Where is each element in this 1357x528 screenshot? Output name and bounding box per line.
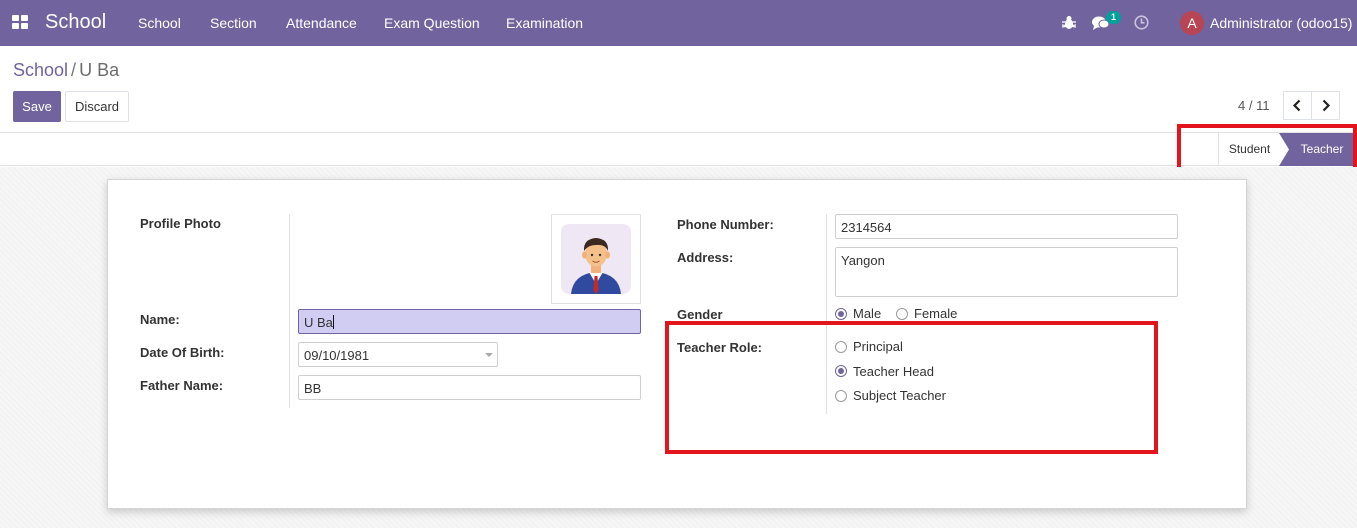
father-name-label: Father Name: xyxy=(140,378,224,393)
address-textarea[interactable]: Yangon xyxy=(835,247,1178,297)
person-avatar-icon xyxy=(571,238,621,294)
phone-label: Phone Number: xyxy=(677,217,774,232)
profile-photo-label: Profile Photo xyxy=(140,216,221,231)
phone-input[interactable]: 2314564 xyxy=(835,214,1178,239)
highlight-box-teacher-role xyxy=(665,321,1158,454)
gender-label: Gender xyxy=(677,307,723,322)
left-group-separator xyxy=(289,214,290,408)
gender-female-label[interactable]: Female xyxy=(914,306,957,321)
breadcrumb: School / U Ba xyxy=(13,60,119,81)
menu-attendance[interactable]: Attendance xyxy=(286,15,357,31)
profile-photo-field[interactable] xyxy=(551,214,641,304)
discard-button[interactable]: Discard xyxy=(65,91,129,122)
save-button[interactable]: Save xyxy=(13,91,61,122)
name-input[interactable]: U Ba xyxy=(298,309,641,334)
name-label: Name: xyxy=(140,312,180,327)
breadcrumb-parent[interactable]: School xyxy=(13,60,68,80)
user-avatar[interactable]: A xyxy=(1180,11,1204,35)
menu-section[interactable]: Section xyxy=(210,15,257,31)
clock-icon[interactable] xyxy=(1134,15,1149,30)
chevron-left-icon xyxy=(1292,99,1301,112)
dob-label: Date Of Birth: xyxy=(140,345,225,360)
breadcrumb-separator: / xyxy=(71,60,77,80)
gender-female-radio[interactable] xyxy=(896,308,908,320)
dropdown-arrow-icon xyxy=(485,353,493,357)
menu-examination[interactable]: Examination xyxy=(506,15,583,31)
user-menu[interactable]: Administrator (odoo15) xyxy=(1210,15,1352,31)
app-brand[interactable]: School xyxy=(45,11,106,34)
apps-grid-icon[interactable] xyxy=(12,15,29,30)
form-statusbar xyxy=(0,133,1357,166)
top-navbar: School School Section Attendance Exam Qu… xyxy=(0,0,1357,46)
messages-badge: 1 xyxy=(1106,11,1121,24)
text-cursor xyxy=(332,315,334,329)
chevron-right-icon xyxy=(1322,99,1331,112)
father-name-input[interactable]: BB xyxy=(298,375,641,400)
pager-value[interactable]: 4 / 11 xyxy=(1238,98,1270,113)
gender-male-radio[interactable] xyxy=(835,308,847,320)
pager-next-button[interactable] xyxy=(1311,91,1340,120)
menu-school[interactable]: School xyxy=(138,15,181,31)
pager-previous-button[interactable] xyxy=(1283,91,1312,120)
dob-input[interactable]: 09/10/1981 xyxy=(298,342,498,367)
address-label: Address: xyxy=(677,250,734,265)
menu-exam-question[interactable]: Exam Question xyxy=(384,15,480,31)
breadcrumb-current: U Ba xyxy=(79,60,120,80)
name-value: U Ba xyxy=(304,315,333,330)
avatar-image xyxy=(561,224,631,294)
gender-male-label[interactable]: Male xyxy=(853,306,881,321)
bug-icon[interactable] xyxy=(1062,15,1076,30)
dob-value: 09/10/1981 xyxy=(304,348,370,363)
